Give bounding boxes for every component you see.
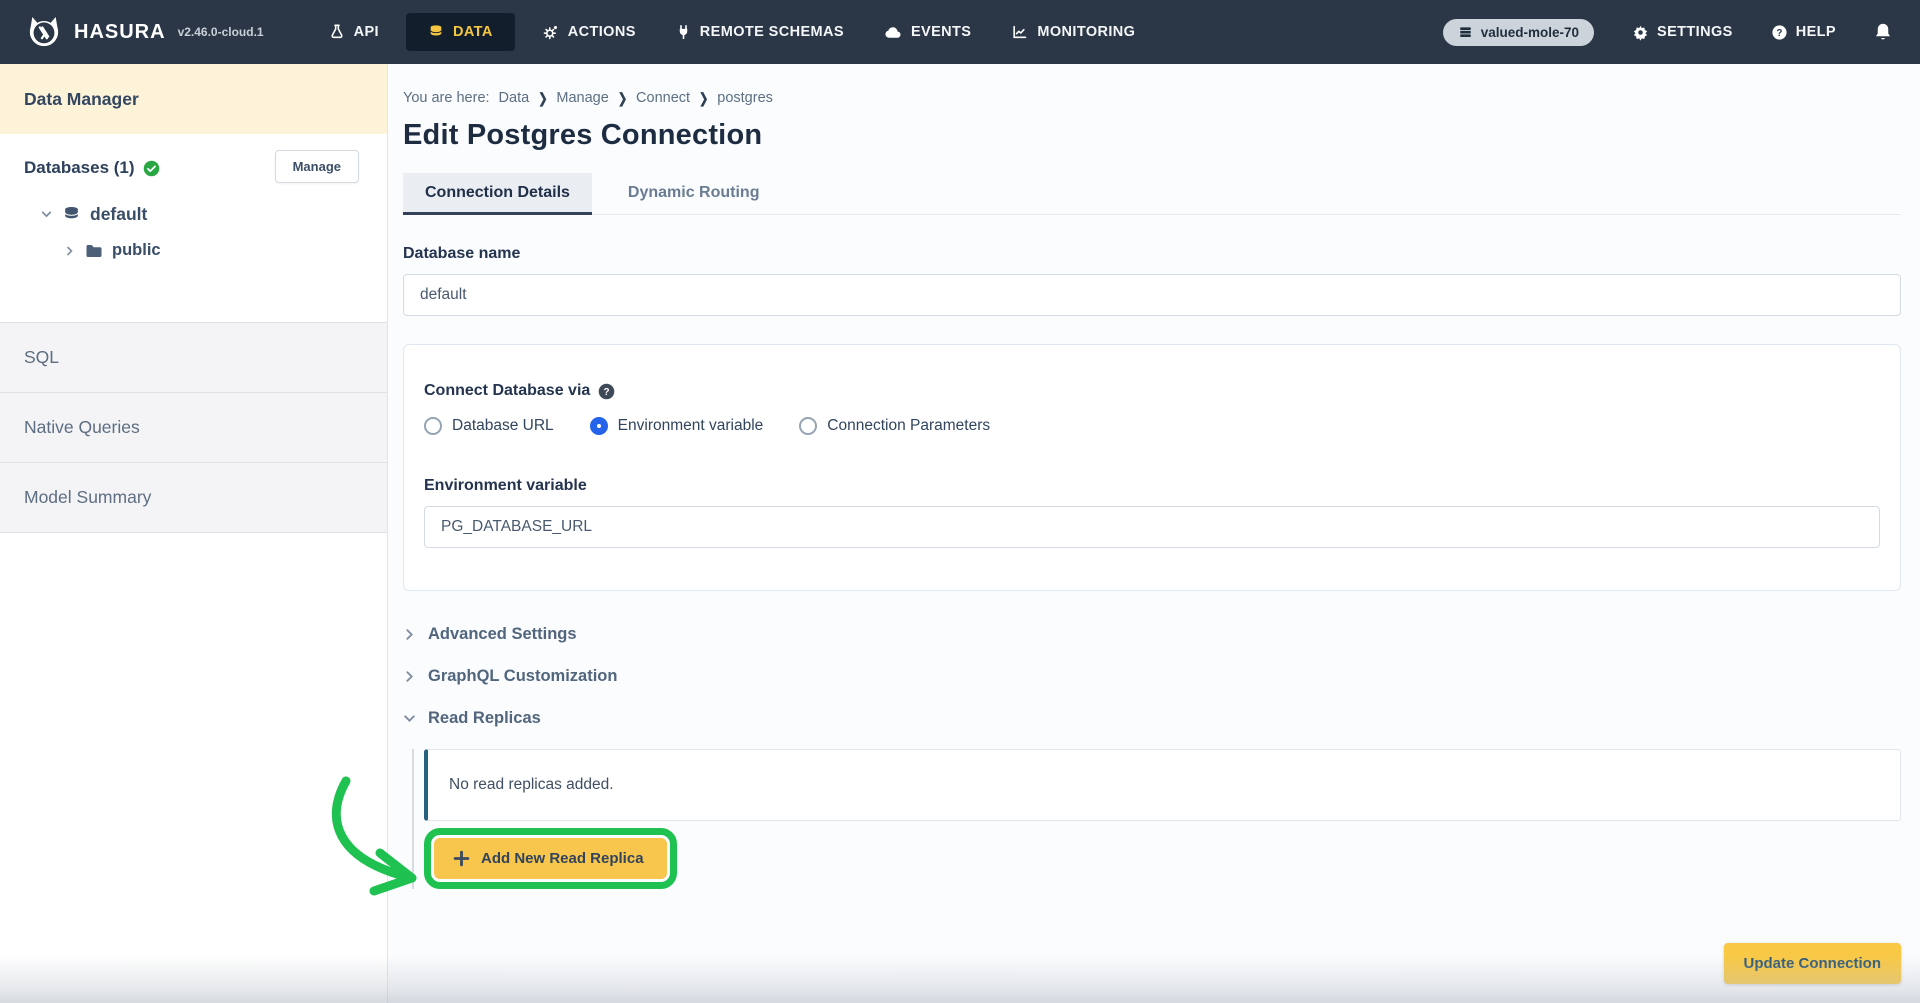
annotation-highlight-box: Add New Read Replica [424, 828, 677, 889]
help-icon: ? [1771, 24, 1788, 41]
radio-connection-parameters[interactable]: Connection Parameters [799, 417, 990, 435]
nav-label: API [354, 24, 379, 40]
check-circle-icon [143, 160, 160, 177]
breadcrumb-data[interactable]: Data [499, 90, 530, 106]
database-name: default [90, 204, 147, 225]
page-title: Edit Postgres Connection [403, 119, 1901, 152]
connect-via-label: Connect Database via [424, 382, 590, 400]
schema-name: public [112, 241, 161, 260]
breadcrumb-postgres: postgres [717, 90, 773, 106]
top-navbar: HASURA v2.46.0-cloud.1 API DATA [0, 0, 1920, 64]
hasura-logo-icon [24, 12, 64, 52]
navbar-right: valued-mole-70 SETTINGS ? HELP [1443, 19, 1892, 46]
sidebar-item-public-schema[interactable]: public [64, 241, 387, 260]
sidebar-header: Data Manager [0, 64, 387, 134]
breadcrumb-prefix: You are here: [403, 90, 490, 106]
sidebar-sections: SQL Native Queries Model Summary [0, 322, 387, 533]
radio-circle [424, 417, 442, 435]
sidebar-item-native-queries[interactable]: Native Queries [0, 393, 387, 463]
server-icon [1458, 25, 1473, 39]
env-var-label: Environment variable [424, 477, 1880, 495]
folder-icon [85, 243, 103, 259]
settings-label: SETTINGS [1657, 24, 1733, 40]
breadcrumb-manage[interactable]: Manage [556, 90, 608, 106]
flask-icon [329, 23, 345, 41]
breadcrumb-connect[interactable]: Connect [636, 90, 690, 106]
breadcrumb-separator: ❯ [618, 90, 627, 106]
breadcrumb-separator: ❯ [699, 90, 708, 106]
cloud-icon [884, 25, 902, 40]
nav-label: EVENTS [911, 24, 971, 40]
database-icon [62, 205, 81, 224]
sidebar-item-model-summary[interactable]: Model Summary [0, 463, 387, 533]
database-name-input[interactable] [403, 274, 1901, 316]
section-advanced-settings[interactable]: Advanced Settings [403, 623, 1901, 646]
chevron-right-icon [64, 245, 76, 257]
database-name-label: Database name [403, 245, 1901, 263]
sidebar-item-sql[interactable]: SQL [0, 323, 387, 393]
connection-settings-card: Connect Database via ? Database URL Envi… [403, 344, 1901, 591]
plug-icon [676, 23, 691, 41]
hasura-brand[interactable]: HASURA v2.46.0-cloud.1 [24, 12, 264, 52]
svg-text:?: ? [604, 387, 610, 398]
advanced-sections: Advanced Settings GraphQL Customization … [403, 623, 1901, 730]
update-connection-button[interactable]: Update Connection [1724, 943, 1902, 984]
nav-item-events[interactable]: EVENTS [871, 14, 984, 50]
section-read-replicas[interactable]: Read Replicas [403, 707, 1901, 730]
chevron-right-icon [403, 670, 416, 683]
settings-gear-icon [1632, 24, 1649, 41]
add-read-replica-button[interactable]: Add New Read Replica [434, 838, 667, 879]
breadcrumb-separator: ❯ [538, 90, 547, 106]
chart-icon [1011, 24, 1028, 40]
nav-item-data[interactable]: DATA [406, 13, 515, 51]
nav-label: MONITORING [1037, 24, 1135, 40]
main-content: You are here: Data ❯ Manage ❯ Connect ❯ … [388, 64, 1920, 1003]
nav-item-api[interactable]: API [316, 13, 392, 51]
radio-environment-variable[interactable]: Environment variable [590, 417, 764, 435]
radio-database-url[interactable]: Database URL [424, 417, 554, 435]
nav-label: DATA [453, 24, 493, 40]
radio-circle-selected [590, 417, 608, 435]
nav-item-monitoring[interactable]: MONITORING [998, 14, 1148, 50]
no-replicas-message: No read replicas added. [424, 749, 1901, 821]
hasura-console: HASURA v2.46.0-cloud.1 API DATA [0, 0, 1920, 1003]
chevron-right-icon [403, 628, 416, 641]
data-sidebar: Data Manager Databases (1) Manage [0, 64, 388, 1003]
question-icon[interactable]: ? [598, 383, 615, 400]
version-label: v2.46.0-cloud.1 [178, 25, 264, 39]
nav-item-actions[interactable]: ACTIONS [529, 14, 649, 51]
sidebar-item-default-database[interactable]: default [40, 204, 387, 225]
gear-icon [542, 24, 559, 41]
radio-circle [799, 417, 817, 435]
env-var-input[interactable] [424, 506, 1880, 548]
help-button[interactable]: ? HELP [1771, 24, 1836, 41]
connect-via-options: Database URL Environment variable Connec… [424, 417, 1880, 435]
nav-item-remote-schemas[interactable]: REMOTE SCHEMAS [663, 13, 857, 51]
help-label: HELP [1796, 24, 1836, 40]
section-graphql-customization[interactable]: GraphQL Customization [403, 665, 1901, 688]
chevron-down-icon [40, 208, 53, 221]
databases-row: Databases (1) Manage [0, 150, 387, 186]
tab-connection-details[interactable]: Connection Details [403, 173, 592, 215]
svg-text:?: ? [1776, 28, 1782, 39]
nav-label: REMOTE SCHEMAS [700, 24, 844, 40]
settings-button[interactable]: SETTINGS [1632, 24, 1733, 41]
tab-bar: Connection Details Dynamic Routing [403, 173, 1901, 215]
notifications-bell-icon[interactable] [1874, 22, 1892, 42]
tab-dynamic-routing[interactable]: Dynamic Routing [606, 173, 782, 214]
manage-button[interactable]: Manage [275, 150, 359, 183]
read-replicas-content: No read replicas added. Add New Read Rep… [412, 749, 1901, 889]
primary-nav: API DATA ACTIONS [316, 13, 1149, 51]
project-pill[interactable]: valued-mole-70 [1443, 19, 1594, 46]
nav-label: ACTIONS [568, 24, 636, 40]
databases-label: Databases (1) [24, 158, 135, 178]
breadcrumb: You are here: Data ❯ Manage ❯ Connect ❯ … [403, 90, 1901, 106]
chevron-down-icon [403, 712, 416, 725]
brand-name: HASURA [74, 21, 166, 44]
database-icon [428, 23, 444, 41]
plus-icon [453, 850, 470, 867]
project-name: valued-mole-70 [1481, 25, 1579, 40]
